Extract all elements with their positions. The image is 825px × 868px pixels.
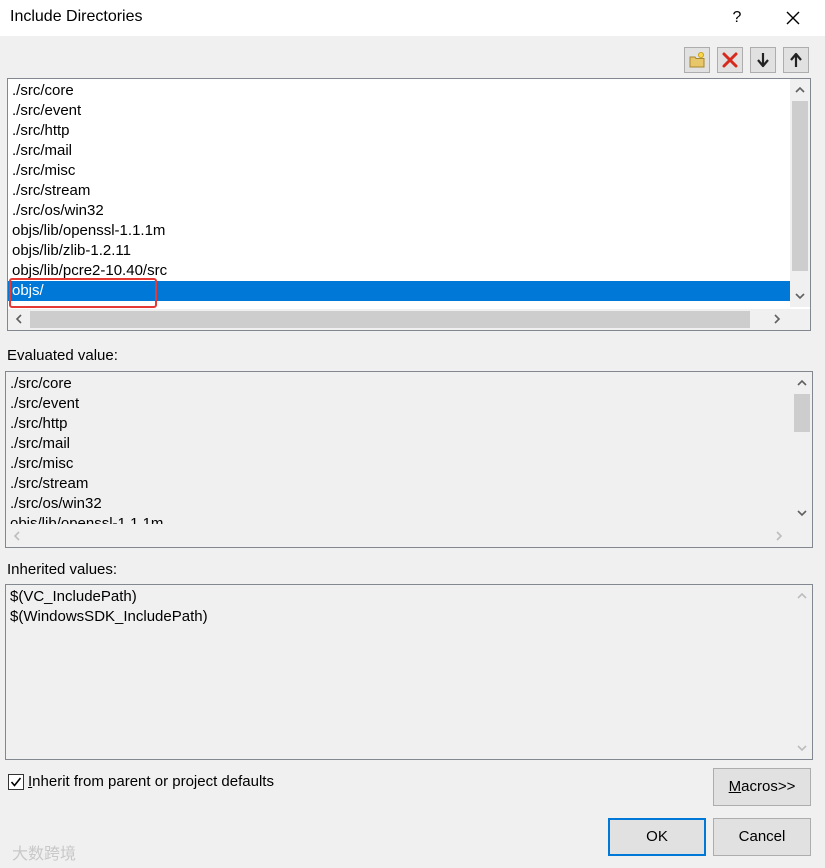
inherited-vertical-scrollbar[interactable] xyxy=(792,585,812,759)
cancel-button[interactable]: Cancel xyxy=(713,818,811,856)
delete-x-icon xyxy=(722,52,738,68)
scroll-down-arrow-icon[interactable] xyxy=(793,289,807,303)
inherit-checkbox-label[interactable]: Inherit from parent or project defaults xyxy=(28,773,274,790)
move-down-button[interactable] xyxy=(750,47,776,73)
evaluated-value-label: Evaluated value: xyxy=(7,347,118,364)
editor-horizontal-scroll-thumb[interactable] xyxy=(30,311,750,328)
editor-vertical-scrollbar[interactable] xyxy=(790,79,810,307)
directories-editor[interactable]: ./src/core ./src/event ./src/http ./src/… xyxy=(7,78,811,331)
editor-line[interactable]: ./src/os/win32 xyxy=(12,201,104,221)
scroll-up-arrow-icon[interactable] xyxy=(795,376,809,390)
scroll-right-arrow-icon[interactable] xyxy=(772,529,786,543)
macros-label: acros>> xyxy=(741,778,796,795)
macros-button[interactable]: Macros>> xyxy=(713,768,811,806)
title-bar: Include Directories ? xyxy=(0,0,825,36)
editor-line[interactable]: ./src/mail xyxy=(12,141,72,161)
arrow-down-icon xyxy=(757,53,769,68)
editor-line[interactable]: ./src/core xyxy=(12,81,74,101)
evaluated-line: ./src/os/win32 xyxy=(10,495,102,512)
scroll-up-arrow-icon[interactable] xyxy=(795,589,809,603)
inherited-values-label: Inherited values: xyxy=(7,561,118,578)
highlight-annotation xyxy=(9,278,157,308)
inherited-line: $(VC_IncludePath) xyxy=(10,588,137,605)
editor-line[interactable]: ./src/stream xyxy=(12,181,90,201)
close-icon xyxy=(786,11,800,25)
new-folder-icon xyxy=(689,52,705,68)
editor-line[interactable]: ./src/misc xyxy=(12,161,75,181)
scroll-left-arrow-icon[interactable] xyxy=(10,529,24,543)
inherited-line: $(WindowsSDK_IncludePath) xyxy=(10,608,208,625)
checkmark-icon xyxy=(10,777,22,787)
evaluated-vertical-scrollbar[interactable] xyxy=(792,372,812,524)
editor-line[interactable]: ./src/event xyxy=(12,101,81,121)
dialog-title: Include Directories xyxy=(10,8,143,25)
editor-line[interactable]: objs/lib/openssl-1.1.1m xyxy=(12,221,165,241)
scroll-right-arrow-icon[interactable] xyxy=(770,312,784,326)
scroll-up-arrow-icon[interactable] xyxy=(793,83,807,97)
watermark-text: 大数跨境 xyxy=(12,846,77,863)
evaluated-value-box[interactable]: ./src/core ./src/event ./src/http ./src/… xyxy=(5,371,813,548)
evaluated-line: ./src/core xyxy=(10,375,72,392)
evaluated-line: ./src/http xyxy=(10,415,68,432)
inherited-values-box[interactable]: $(VC_IncludePath) $(WindowsSDK_IncludePa… xyxy=(5,584,813,760)
inherit-label-text: nherit from parent or project defaults xyxy=(32,773,274,790)
scroll-left-arrow-icon[interactable] xyxy=(12,312,26,326)
editor-horizontal-scrollbar[interactable] xyxy=(8,309,810,330)
editor-line[interactable]: ./src/http xyxy=(12,121,70,141)
inherit-checkbox[interactable] xyxy=(8,774,24,790)
editor-line[interactable]: objs/lib/zlib-1.2.11 xyxy=(12,241,131,261)
evaluated-vertical-scroll-thumb[interactable] xyxy=(794,394,810,432)
help-button[interactable]: ? xyxy=(724,4,750,32)
close-button[interactable] xyxy=(776,2,810,34)
macros-mnemonic: M xyxy=(728,778,742,795)
new-line-button[interactable] xyxy=(684,47,710,73)
editor-vertical-scroll-thumb[interactable] xyxy=(792,101,808,271)
evaluated-line: ./src/event xyxy=(10,395,80,412)
arrow-up-icon xyxy=(790,52,802,67)
evaluated-line: ./src/mail xyxy=(10,435,70,452)
scroll-down-arrow-icon[interactable] xyxy=(795,741,809,755)
delete-button[interactable] xyxy=(717,47,743,73)
evaluated-line: ./src/stream xyxy=(10,475,89,492)
scroll-down-arrow-icon[interactable] xyxy=(795,506,809,520)
ok-button[interactable]: OK xyxy=(608,818,706,856)
evaluated-line: ./src/misc xyxy=(10,455,74,472)
evaluated-horizontal-scrollbar[interactable] xyxy=(6,525,812,547)
move-up-button[interactable] xyxy=(783,47,809,73)
